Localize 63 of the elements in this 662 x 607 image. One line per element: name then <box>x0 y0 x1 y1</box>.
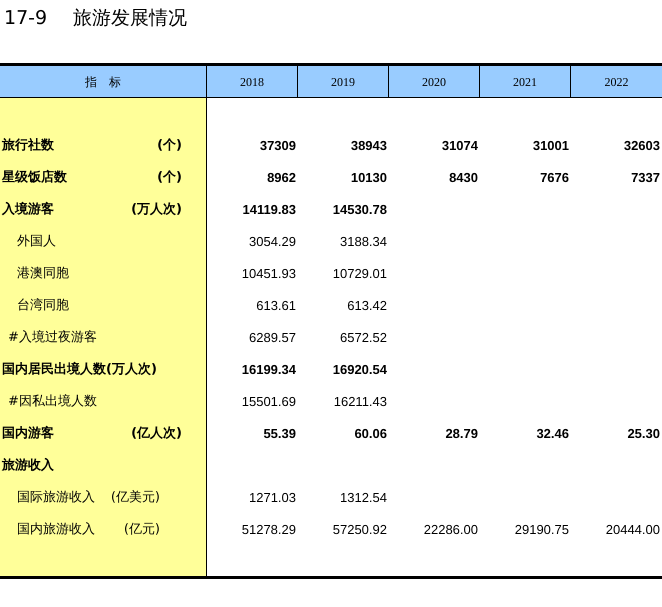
value-cell-text: 3054.29 <box>249 233 296 252</box>
row-label: 旅游收入 <box>2 456 54 476</box>
row-label: 国内旅游收入 <box>16 521 95 540</box>
value-cell-text: 37309 <box>260 137 296 156</box>
unit-label: (亿人次) <box>131 425 182 444</box>
value-cell-text: 10451.93 <box>242 265 296 284</box>
unit-label: (个) <box>157 169 182 188</box>
value-cell-text: 6572.52 <box>340 329 387 348</box>
value-cell-text: 8430 <box>449 169 478 188</box>
value-cell-text: 613.61 <box>256 297 296 316</box>
row-label: 国内游客 <box>2 424 54 444</box>
value-cell-text: 31074 <box>442 137 478 156</box>
unit-label: (万人次) <box>131 201 182 220</box>
row-label: 外国人 <box>16 233 56 252</box>
unit-label: (亿美元) <box>110 489 160 508</box>
row-label: 国际旅游收入 <box>16 489 95 508</box>
value-cell-text: 32.46 <box>536 425 569 444</box>
value-cell-text: 1312.54 <box>340 489 387 508</box>
row-label: #入境过夜游客 <box>8 329 97 348</box>
value-cell-text: 25.30 <box>627 425 660 444</box>
value-cell-text: 3188.34 <box>340 233 387 252</box>
row-label: 台湾同胞 <box>16 297 69 316</box>
header-cell: 2018 <box>207 66 298 97</box>
table-number: 17-9 <box>4 6 48 31</box>
value-cell-text: 28.79 <box>445 425 478 444</box>
value-cell-text: 16920.54 <box>332 361 387 380</box>
row-label: #因私出境人数 <box>8 393 97 412</box>
value-cell-text: 16211.43 <box>334 393 387 412</box>
value-cell-text: 20444.00 <box>606 521 660 540</box>
value-cell-text: 32603 <box>624 137 660 156</box>
table-title: 旅游发展情况 <box>73 6 188 31</box>
unit-label: (个) <box>157 137 182 156</box>
header-cell: 指 标 <box>0 66 207 97</box>
value-cell-text: 60.06 <box>354 425 387 444</box>
value-cell-text: 22286.00 <box>424 521 478 540</box>
value-cell-text: 38943 <box>350 137 387 156</box>
header-cell-text: 2022 <box>604 74 630 90</box>
row-label: 旅行社数 <box>2 137 54 156</box>
value-cell-text: 10729.01 <box>332 265 387 284</box>
row-label: 星级饭店数 <box>2 168 67 188</box>
row-label: 港澳同胞 <box>16 265 69 284</box>
unit-label: (亿元) <box>124 521 160 540</box>
value-cell-text: 14530.78 <box>332 201 387 220</box>
value-cell-text: 51278.29 <box>242 521 296 540</box>
header-cell: 2020 <box>389 66 480 97</box>
value-cell-text: 31001 <box>532 137 569 156</box>
value-cell-text: 10130 <box>350 169 387 188</box>
value-cell-text: 29190.75 <box>514 521 569 540</box>
value-cell-text: 55.39 <box>263 425 296 444</box>
row-label: 国内居民出境人数(万人次) <box>2 360 157 380</box>
value-cell-text: 57250.92 <box>332 521 387 540</box>
header-cell: 2021 <box>480 66 571 97</box>
value-cell-text: 15501.69 <box>242 393 296 412</box>
value-cell-text: 613.42 <box>347 297 387 316</box>
header-cell: 2019 <box>298 66 389 97</box>
value-cell-text: 7337 <box>631 169 660 188</box>
value-cell-text: 14119.83 <box>242 201 296 220</box>
value-cell-text: 6289.57 <box>249 329 296 348</box>
row-label: 入境游客 <box>2 200 54 220</box>
value-cell-text: 8962 <box>267 169 296 188</box>
value-cell-text: 1271.03 <box>249 489 296 508</box>
value-cell-text: 7676 <box>540 169 569 188</box>
value-cell-text: 16199.34 <box>242 361 296 380</box>
